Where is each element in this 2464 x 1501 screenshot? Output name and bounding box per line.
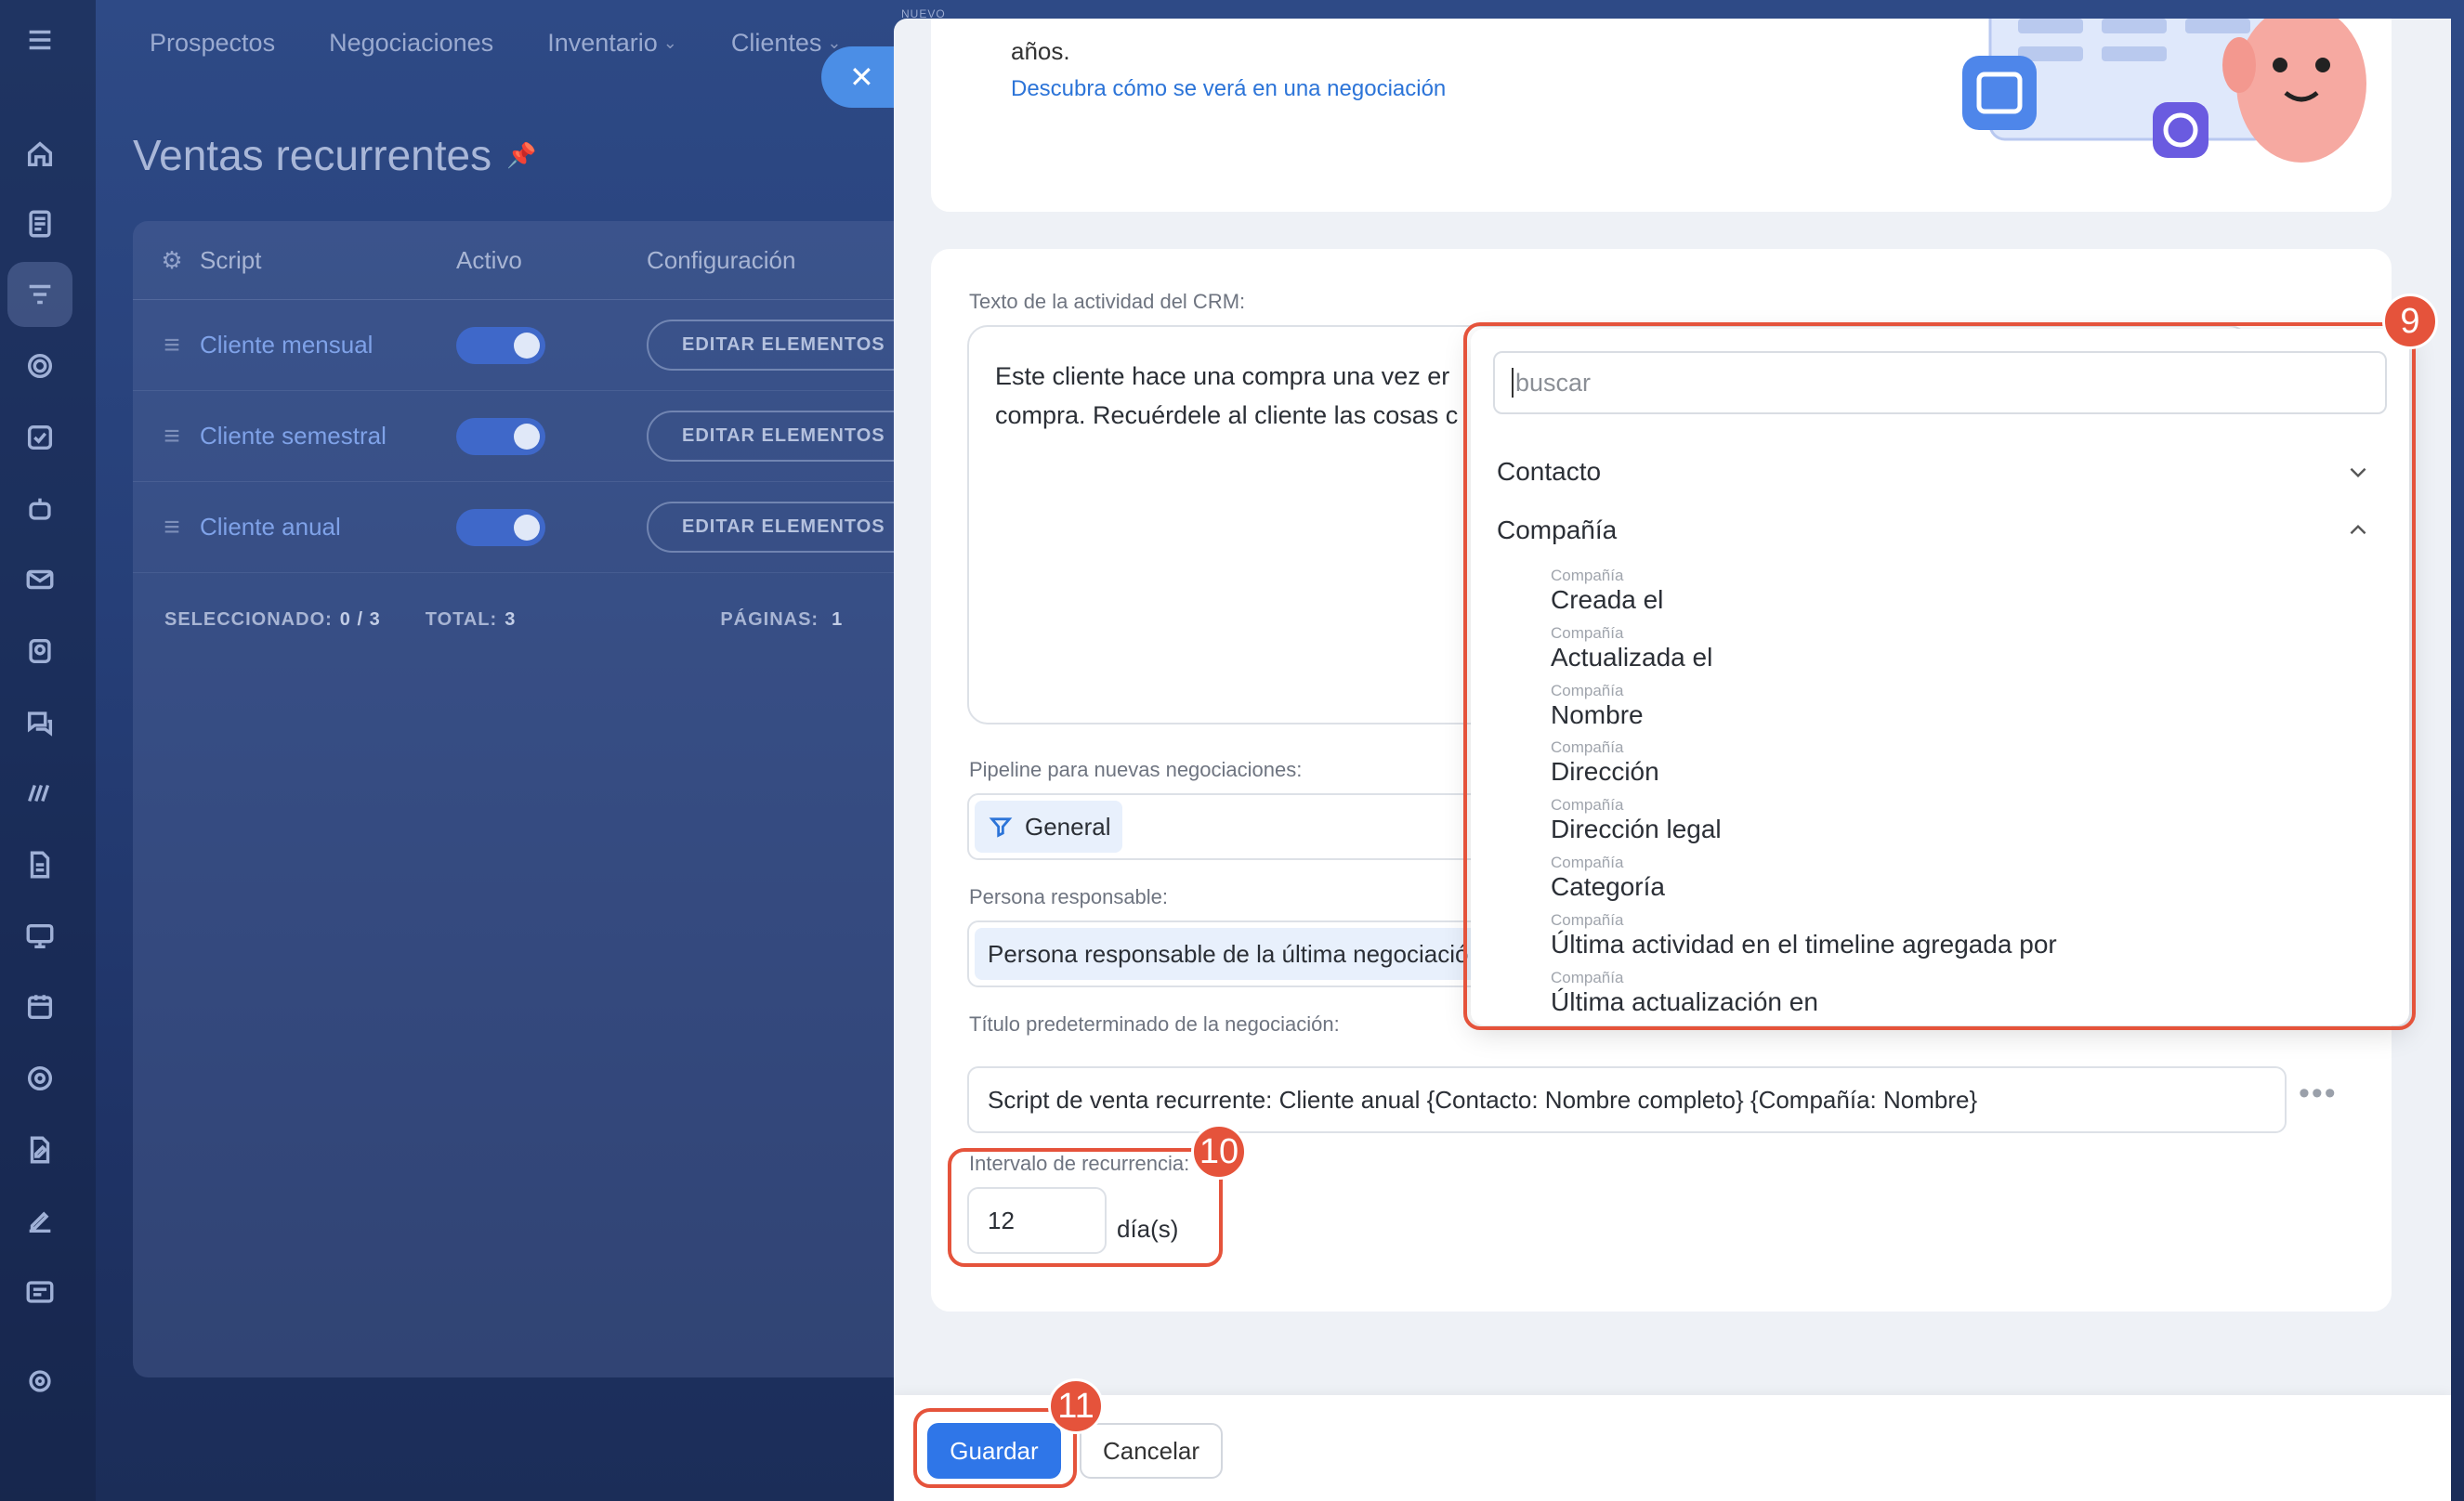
edit-elements-button[interactable]: EDITAR ELEMENTOS	[647, 502, 921, 553]
nav-label: Clientes	[730, 28, 822, 57]
page-title: Ventas recurrentes 📌	[133, 130, 536, 180]
nav-inventario[interactable]: Inventario ⌄	[547, 29, 677, 58]
pipeline-value: General	[1025, 812, 1111, 841]
pages-label: PÁGINAS:	[720, 608, 819, 630]
nav-label: Negociaciones	[329, 28, 494, 57]
active-toggle[interactable]	[456, 417, 545, 455]
responsible-chip[interactable]: Persona responsable de la última negocia…	[975, 928, 1480, 980]
column-header-script[interactable]: Script	[200, 246, 456, 275]
active-toggle[interactable]	[456, 326, 545, 364]
drag-handle-icon[interactable]: ≡	[144, 421, 200, 452]
nav-label: Inventario	[547, 28, 658, 57]
responsible-value: Persona responsable de la última negocia…	[988, 939, 1469, 968]
feed-icon[interactable]	[20, 204, 59, 243]
script-name-link[interactable]: Cliente semestral	[200, 422, 456, 450]
pipeline-label: Pipeline para nuevas negociaciones:	[969, 758, 1303, 781]
pages-value: 1	[832, 608, 844, 630]
step-badge-11: 11	[1048, 1378, 1104, 1434]
chat-icon[interactable]	[20, 703, 59, 742]
tasks-icon[interactable]	[20, 418, 59, 457]
activity-text-label: Texto de la actividad del CRM:	[969, 290, 1246, 313]
target-icon[interactable]	[20, 346, 59, 385]
nav-negociaciones[interactable]: Negociaciones	[329, 29, 493, 58]
mail-icon[interactable]	[20, 560, 59, 599]
more-options-icon[interactable]: •••	[2299, 1076, 2338, 1112]
highlight-interval	[948, 1148, 1223, 1267]
script-name-link[interactable]: Cliente anual	[200, 513, 456, 542]
script-name-link[interactable]: Cliente mensual	[200, 331, 456, 359]
learn-more-link[interactable]: Descubra cómo se verá en una negociación	[1011, 76, 1446, 102]
total-value: 3	[505, 608, 517, 630]
column-header-activo[interactable]: Activo	[456, 246, 647, 275]
selected-label: SELECCIONADO:	[164, 608, 333, 630]
nav-clientes[interactable]: Clientes ⌄	[731, 29, 842, 58]
responsible-label: Persona responsable:	[969, 885, 1169, 908]
top-navigation: Prospectos Negociaciones Inventario ⌄ Cli…	[96, 0, 932, 85]
robot-icon[interactable]	[20, 489, 59, 529]
nav-label: Prospectos	[150, 28, 276, 57]
sites-icon[interactable]	[20, 774, 59, 813]
presentation-icon[interactable]	[20, 917, 59, 956]
scripts-table: ⚙ Script Activo Configuración ≡ Cliente …	[133, 221, 941, 1377]
chevron-down-icon: ⌄	[662, 33, 677, 52]
contact-center-icon[interactable]	[20, 632, 59, 671]
table-row: ≡ Cliente anual EDITAR ELEMENTOS	[133, 482, 941, 573]
drag-handle-icon[interactable]: ≡	[144, 330, 200, 361]
home-icon[interactable]	[20, 135, 59, 174]
document-icon[interactable]	[20, 845, 59, 884]
column-header-configuracion[interactable]: Configuración	[647, 246, 795, 275]
intro-card: años. Descubra cómo se verá en una negoc…	[931, 19, 2392, 212]
pipeline-chip[interactable]: General	[975, 801, 1122, 853]
total-label: TOTAL:	[425, 608, 498, 630]
circle-icon[interactable]	[20, 1059, 59, 1098]
signature-icon[interactable]	[20, 1201, 59, 1240]
intro-text: años.	[1011, 37, 1070, 65]
nav-prospectos[interactable]: Prospectos	[150, 29, 275, 58]
step-badge-10: 10	[1191, 1124, 1247, 1180]
pin-icon[interactable]: 📌	[506, 141, 536, 170]
edit-elements-button[interactable]: EDITAR ELEMENTOS	[647, 320, 921, 371]
drag-handle-icon[interactable]: ≡	[144, 512, 200, 543]
edit-doc-icon[interactable]	[20, 1130, 59, 1169]
card-icon[interactable]	[20, 1273, 59, 1312]
table-row: ≡ Cliente semestral EDITAR ELEMENTOS	[133, 391, 941, 482]
menu-icon[interactable]	[20, 20, 59, 59]
mascot-illustration	[1962, 19, 2366, 163]
step-badge-9: 9	[2382, 294, 2438, 349]
table-row: ≡ Cliente mensual EDITAR ELEMENTOS	[133, 300, 941, 391]
active-toggle[interactable]	[456, 508, 545, 546]
table-footer: SELECCIONADO: 0 / 3 TOTAL: 3 PÁGINAS: 1 …	[133, 573, 941, 666]
gear-icon[interactable]: ⚙	[144, 246, 200, 275]
settings-icon[interactable]	[20, 1362, 59, 1401]
deal-title-input[interactable]: Script de venta recurrente: Cliente anua…	[967, 1066, 2287, 1133]
highlight-field-picker	[1463, 322, 2416, 1030]
funnel-icon	[989, 817, 1013, 838]
left-sidebar	[0, 0, 96, 1501]
slider-footer: Guardar Cancelar	[894, 1395, 2451, 1501]
page-title-text: Ventas recurrentes	[133, 131, 492, 179]
close-icon: ✕	[849, 60, 874, 94]
cancel-button[interactable]: Cancelar	[1080, 1423, 1223, 1479]
calendar-icon[interactable]	[20, 987, 59, 1026]
edit-elements-button[interactable]: EDITAR ELEMENTOS	[647, 411, 921, 462]
deal-title-label: Título predeterminado de la negociación:	[969, 1012, 1340, 1036]
table-header: ⚙ Script Activo Configuración	[133, 221, 941, 300]
selected-value: 0 / 3	[339, 608, 381, 630]
crm-filter-icon[interactable]	[7, 262, 72, 327]
